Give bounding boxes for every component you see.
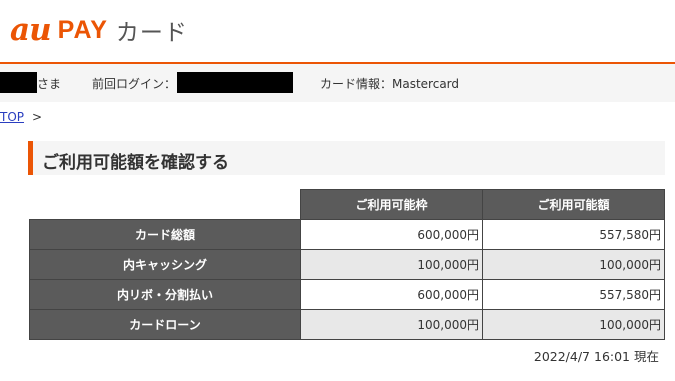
table-row: 内キャッシング 100,000円 100,000円 <box>29 249 665 280</box>
redacted-last-login <box>177 72 293 93</box>
table-row: 内リボ・分割払い 600,000円 557,580円 <box>29 279 665 310</box>
as-of-timestamp: 2022/4/7 16:01 現在 <box>533 349 659 364</box>
row-label: 内リボ・分割払い <box>29 279 301 310</box>
available-value: 557,580円 <box>482 219 665 250</box>
limit-value: 100,000円 <box>300 309 483 340</box>
row-label: カード総額 <box>29 219 301 250</box>
table-header-row: ご利用可能枠 ご利用可能額 <box>30 189 665 220</box>
au-pay-card-logo[interactable]: au PAY カード <box>10 10 188 50</box>
breadcrumb-top-link[interactable]: TOP <box>0 110 24 124</box>
breadcrumb: TOP > <box>0 110 42 124</box>
logo-au: au <box>10 12 52 48</box>
user-honorific: さま <box>37 77 62 91</box>
available-value: 100,000円 <box>482 249 665 280</box>
available-amount-table: ご利用可能枠 ご利用可能額 カード総額 600,000円 557,580円 内キ… <box>29 189 665 340</box>
column-header-available: ご利用可能額 <box>482 189 665 220</box>
title-accent-bar <box>28 141 33 175</box>
user-info-bar: さま 前回ログイン： カード情報：Mastercard <box>0 64 675 102</box>
column-header-limit: ご利用可能枠 <box>300 189 483 220</box>
header: au PAY カード <box>0 0 675 64</box>
logo-card: カード <box>115 20 188 46</box>
available-value: 557,580円 <box>482 279 665 310</box>
table-row: カード総額 600,000円 557,580円 <box>29 219 665 250</box>
limit-value: 600,000円 <box>300 219 483 250</box>
row-label: カードローン <box>29 309 301 340</box>
row-label: 内キャッシング <box>29 249 301 280</box>
page-title: ご利用可能額を確認する <box>42 153 229 173</box>
redacted-user-name <box>0 72 37 93</box>
logo-pay: PAY <box>57 15 108 44</box>
table-corner <box>30 190 301 220</box>
limit-value: 600,000円 <box>300 279 483 310</box>
limit-value: 100,000円 <box>300 249 483 280</box>
breadcrumb-separator: > <box>32 110 43 124</box>
section-title-bar: ご利用可能額を確認する <box>28 141 665 175</box>
card-info: カード情報：Mastercard <box>320 77 460 91</box>
table-row: カードローン 100,000円 100,000円 <box>29 309 665 340</box>
available-value: 100,000円 <box>482 309 665 340</box>
last-login-label: 前回ログイン： <box>92 77 177 91</box>
